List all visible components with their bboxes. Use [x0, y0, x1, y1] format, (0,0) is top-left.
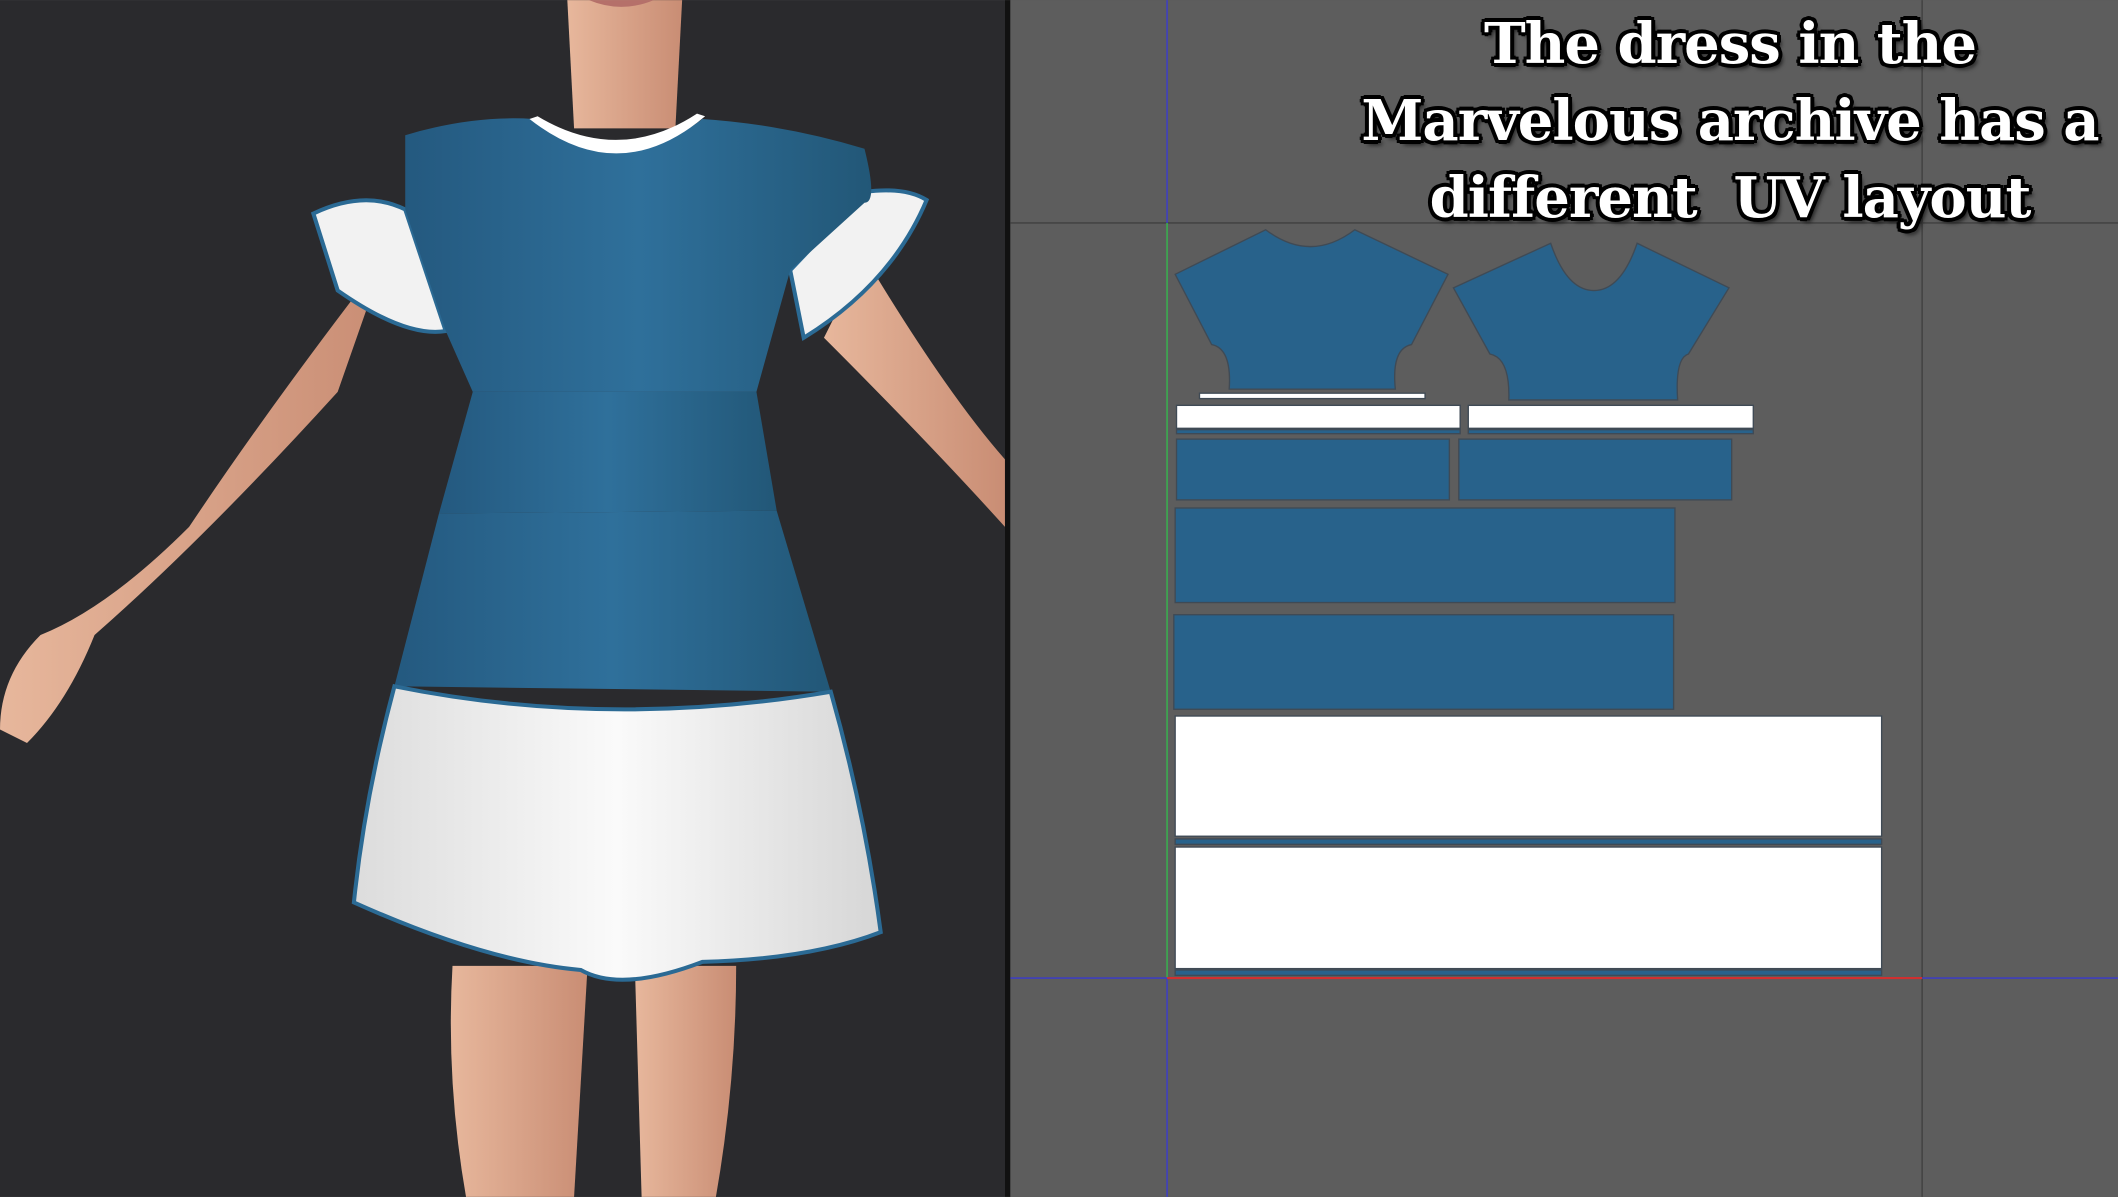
- uv-piece-tier1-front[interactable]: [1175, 438, 1451, 501]
- caption-line: The dress in the: [1483, 11, 1977, 77]
- tier-2: [394, 510, 831, 692]
- uv-piece-binding[interactable]: [1467, 428, 1754, 435]
- caption-line: Marvelous archive has a: [1361, 88, 2099, 154]
- uv-piece-hem-binding[interactable]: [1174, 969, 1883, 977]
- right-leg: [634, 965, 737, 1197]
- left-leg: [450, 965, 588, 1197]
- uv-piece-skirt-back[interactable]: [1174, 846, 1883, 970]
- tier-1: [438, 391, 777, 514]
- uv-piece-tier1-back[interactable]: [1458, 438, 1733, 501]
- 3d-viewport[interactable]: [0, 0, 1011, 1197]
- screenshot: The dress in the Marvelous archive has a…: [0, 0, 2118, 1197]
- uv-piece-sleeve-ruffle-1[interactable]: [1175, 404, 1461, 429]
- viewport-divider[interactable]: [1004, 0, 1011, 1197]
- caption-overlay: The dress in the Marvelous archive has a…: [1350, 6, 2110, 237]
- uv-piece-tier2-back[interactable]: [1173, 614, 1675, 710]
- uv-piece-binding[interactable]: [1175, 428, 1461, 435]
- skirt-white-tier: [351, 683, 883, 982]
- uv-piece-tier2-front[interactable]: [1174, 507, 1676, 604]
- uv-piece-hem-binding[interactable]: [1174, 838, 1883, 846]
- uv-piece-neck-trim[interactable]: [1198, 392, 1426, 400]
- uv-piece-sleeve-ruffle-2[interactable]: [1467, 404, 1754, 429]
- caption-line: different UV layout: [1429, 165, 2032, 231]
- uv-piece-skirt-front[interactable]: [1174, 715, 1883, 837]
